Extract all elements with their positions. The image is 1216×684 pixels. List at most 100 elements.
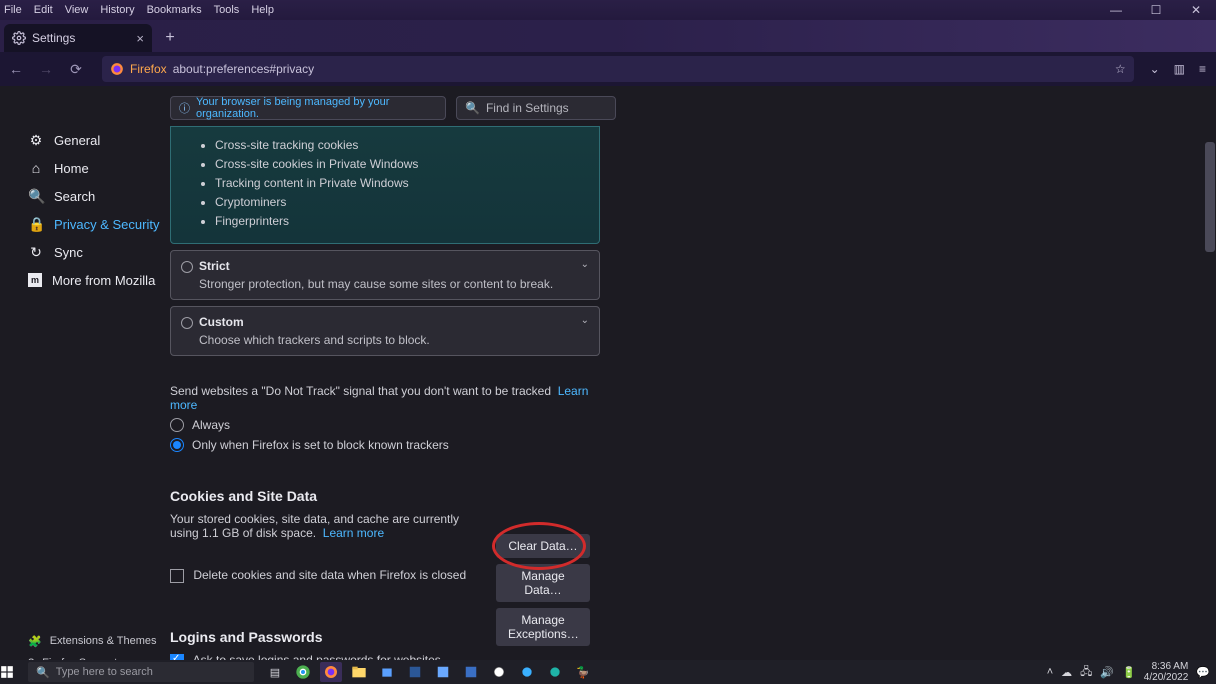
system-tray: ˄ ☁ 🖧 🔊 🔋 8:36 AM 4/20/2022 💬 xyxy=(1047,661,1216,683)
protection-option-strict[interactable]: ⌄ Strict Stronger protection, but may ca… xyxy=(170,250,600,300)
maximize-button[interactable]: ☐ xyxy=(1136,0,1176,20)
search-placeholder: Find in Settings xyxy=(486,101,569,115)
protection-item: Cryptominers xyxy=(215,195,587,209)
sidebar-label: Search xyxy=(54,189,95,204)
app-menu-icon[interactable]: ≡ xyxy=(1199,62,1206,76)
content-area: ⓘ Your browser is being managed by your … xyxy=(0,86,1216,684)
menu-history[interactable]: History xyxy=(100,4,134,16)
app-icon[interactable] xyxy=(488,662,510,682)
bookmark-star-icon[interactable]: ☆ xyxy=(1115,62,1126,76)
library-icon[interactable]: ▥ xyxy=(1174,62,1185,76)
dnt-text: Send websites a "Do Not Track" signal th… xyxy=(170,384,551,398)
chevron-down-icon[interactable]: ⌄ xyxy=(581,315,589,326)
option-desc: Stronger protection, but may cause some … xyxy=(199,277,587,291)
option-desc: Choose which trackers and scripts to blo… xyxy=(199,333,587,347)
radio-icon[interactable] xyxy=(181,317,193,329)
scrollbar-thumb[interactable] xyxy=(1205,142,1215,252)
settings-sidebar: ⚙ General ⌂ Home 🔍 Search 🔒 Privacy & Se… xyxy=(0,126,198,294)
protection-item: Cross-site cookies in Private Windows xyxy=(215,157,587,171)
url-path: about:preferences#privacy xyxy=(173,62,314,76)
clear-data-button[interactable]: Clear Data… xyxy=(496,534,590,558)
taskbar-search-input[interactable]: 🔍 Type here to search xyxy=(28,662,254,682)
url-bar[interactable]: Firefox about:preferences#privacy ☆ xyxy=(102,56,1134,82)
protection-item: Tracking content in Private Windows xyxy=(215,176,587,190)
gear-icon: ⚙ xyxy=(28,132,44,149)
volume-icon[interactable]: 🔊 xyxy=(1100,666,1114,679)
checkbox-icon[interactable] xyxy=(170,569,184,583)
forward-button[interactable]: → xyxy=(36,61,56,77)
dnt-always-label: Always xyxy=(192,418,230,432)
menu-help[interactable]: Help xyxy=(251,4,274,16)
new-tab-button[interactable]: + xyxy=(156,24,184,52)
option-title: Custom xyxy=(199,315,587,329)
lock-icon: 🔒 xyxy=(28,216,44,233)
puzzle-icon: 🧩 xyxy=(28,635,42,648)
radio-icon[interactable] xyxy=(170,418,184,432)
menu-tools[interactable]: Tools xyxy=(214,4,240,16)
notifications-icon[interactable]: 💬 xyxy=(1196,666,1210,679)
store-icon[interactable] xyxy=(376,662,398,682)
gear-icon xyxy=(12,31,26,45)
org-managed-banner[interactable]: ⓘ Your browser is being managed by your … xyxy=(170,96,446,120)
sidebar-label: General xyxy=(54,133,100,148)
tray-chevron-icon[interactable]: ˄ xyxy=(1047,666,1053,678)
reload-button[interactable]: ⟳ xyxy=(66,61,86,78)
dnt-only-label: Only when Firefox is set to block known … xyxy=(192,438,449,452)
task-view-icon[interactable]: ▤ xyxy=(264,662,286,682)
home-icon: ⌂ xyxy=(28,160,44,176)
menu-edit[interactable]: Edit xyxy=(34,4,53,16)
sync-icon: ↻ xyxy=(28,244,44,261)
radio-icon[interactable] xyxy=(170,438,184,452)
menu-file[interactable]: File xyxy=(4,4,22,16)
pocket-icon[interactable]: ⌄ xyxy=(1150,62,1160,76)
radio-icon[interactable] xyxy=(181,261,193,273)
back-button[interactable]: ← xyxy=(6,61,26,77)
start-button[interactable] xyxy=(0,665,24,679)
dnt-only-row[interactable]: Only when Firefox is set to block known … xyxy=(170,438,600,452)
close-button[interactable]: ✕ xyxy=(1176,0,1216,20)
firefox-icon[interactable] xyxy=(320,662,342,682)
cookies-learn-more-link[interactable]: Learn more xyxy=(323,526,384,540)
sidebar-item-extensions[interactable]: 🧩 Extensions & Themes xyxy=(28,630,157,652)
word-icon[interactable] xyxy=(404,662,426,682)
manage-exceptions-button[interactable]: Manage Exceptions… xyxy=(496,608,590,646)
dnt-always-row[interactable]: Always xyxy=(170,418,600,432)
chrome-icon[interactable] xyxy=(292,662,314,682)
onedrive-icon[interactable]: ☁ xyxy=(1061,666,1072,679)
app-icon[interactable] xyxy=(432,662,454,682)
taskbar-search-placeholder: Type here to search xyxy=(56,666,153,678)
menu-view[interactable]: View xyxy=(65,4,89,16)
network-icon[interactable]: 🖧 xyxy=(1080,663,1092,682)
explorer-icon[interactable] xyxy=(348,662,370,682)
cookies-desc: Your stored cookies, site data, and cach… xyxy=(170,512,470,540)
chevron-down-icon[interactable]: ⌄ xyxy=(581,259,589,270)
sidebar-label: Sync xyxy=(54,245,83,260)
cookies-button-column: Clear Data… Manage Data… Manage Exceptio… xyxy=(496,534,590,646)
app-icon[interactable]: 🦆 xyxy=(572,662,594,682)
tab-settings[interactable]: Settings × xyxy=(4,24,152,52)
dnt-section: Send websites a "Do Not Track" signal th… xyxy=(170,384,600,452)
sidebar-label: More from Mozilla xyxy=(52,273,155,288)
mozilla-icon: m xyxy=(28,273,42,287)
taskbar-apps: ▤ 🦆 xyxy=(264,662,594,682)
info-icon: ⓘ xyxy=(179,100,190,116)
vertical-scrollbar[interactable] xyxy=(1204,86,1216,684)
clock-date: 4/20/2022 xyxy=(1144,672,1189,683)
windows-taskbar: 🔍 Type here to search ▤ 🦆 ˄ ☁ 🖧 🔊 🔋 8:36… xyxy=(0,660,1216,684)
protection-option-custom[interactable]: ⌄ Custom Choose which trackers and scrip… xyxy=(170,306,600,356)
ie-icon[interactable] xyxy=(516,662,538,682)
tab-close-icon[interactable]: × xyxy=(136,31,144,46)
org-managed-text: Your browser is being managed by your or… xyxy=(196,96,437,120)
taskbar-clock[interactable]: 8:36 AM 4/20/2022 xyxy=(1144,661,1189,683)
edge-icon[interactable] xyxy=(544,662,566,682)
settings-search-input[interactable]: 🔍 Find in Settings xyxy=(456,96,616,120)
app-icon[interactable] xyxy=(460,662,482,682)
battery-icon[interactable]: 🔋 xyxy=(1122,666,1136,679)
minimize-button[interactable]: — xyxy=(1096,0,1136,20)
manage-data-button[interactable]: Manage Data… xyxy=(496,564,590,602)
search-icon: 🔍 xyxy=(36,666,50,679)
sidebar-label: Extensions & Themes xyxy=(50,635,157,647)
search-icon: 🔍 xyxy=(28,188,44,205)
menu-bookmarks[interactable]: Bookmarks xyxy=(147,4,202,16)
sidebar-label: Home xyxy=(54,161,89,176)
